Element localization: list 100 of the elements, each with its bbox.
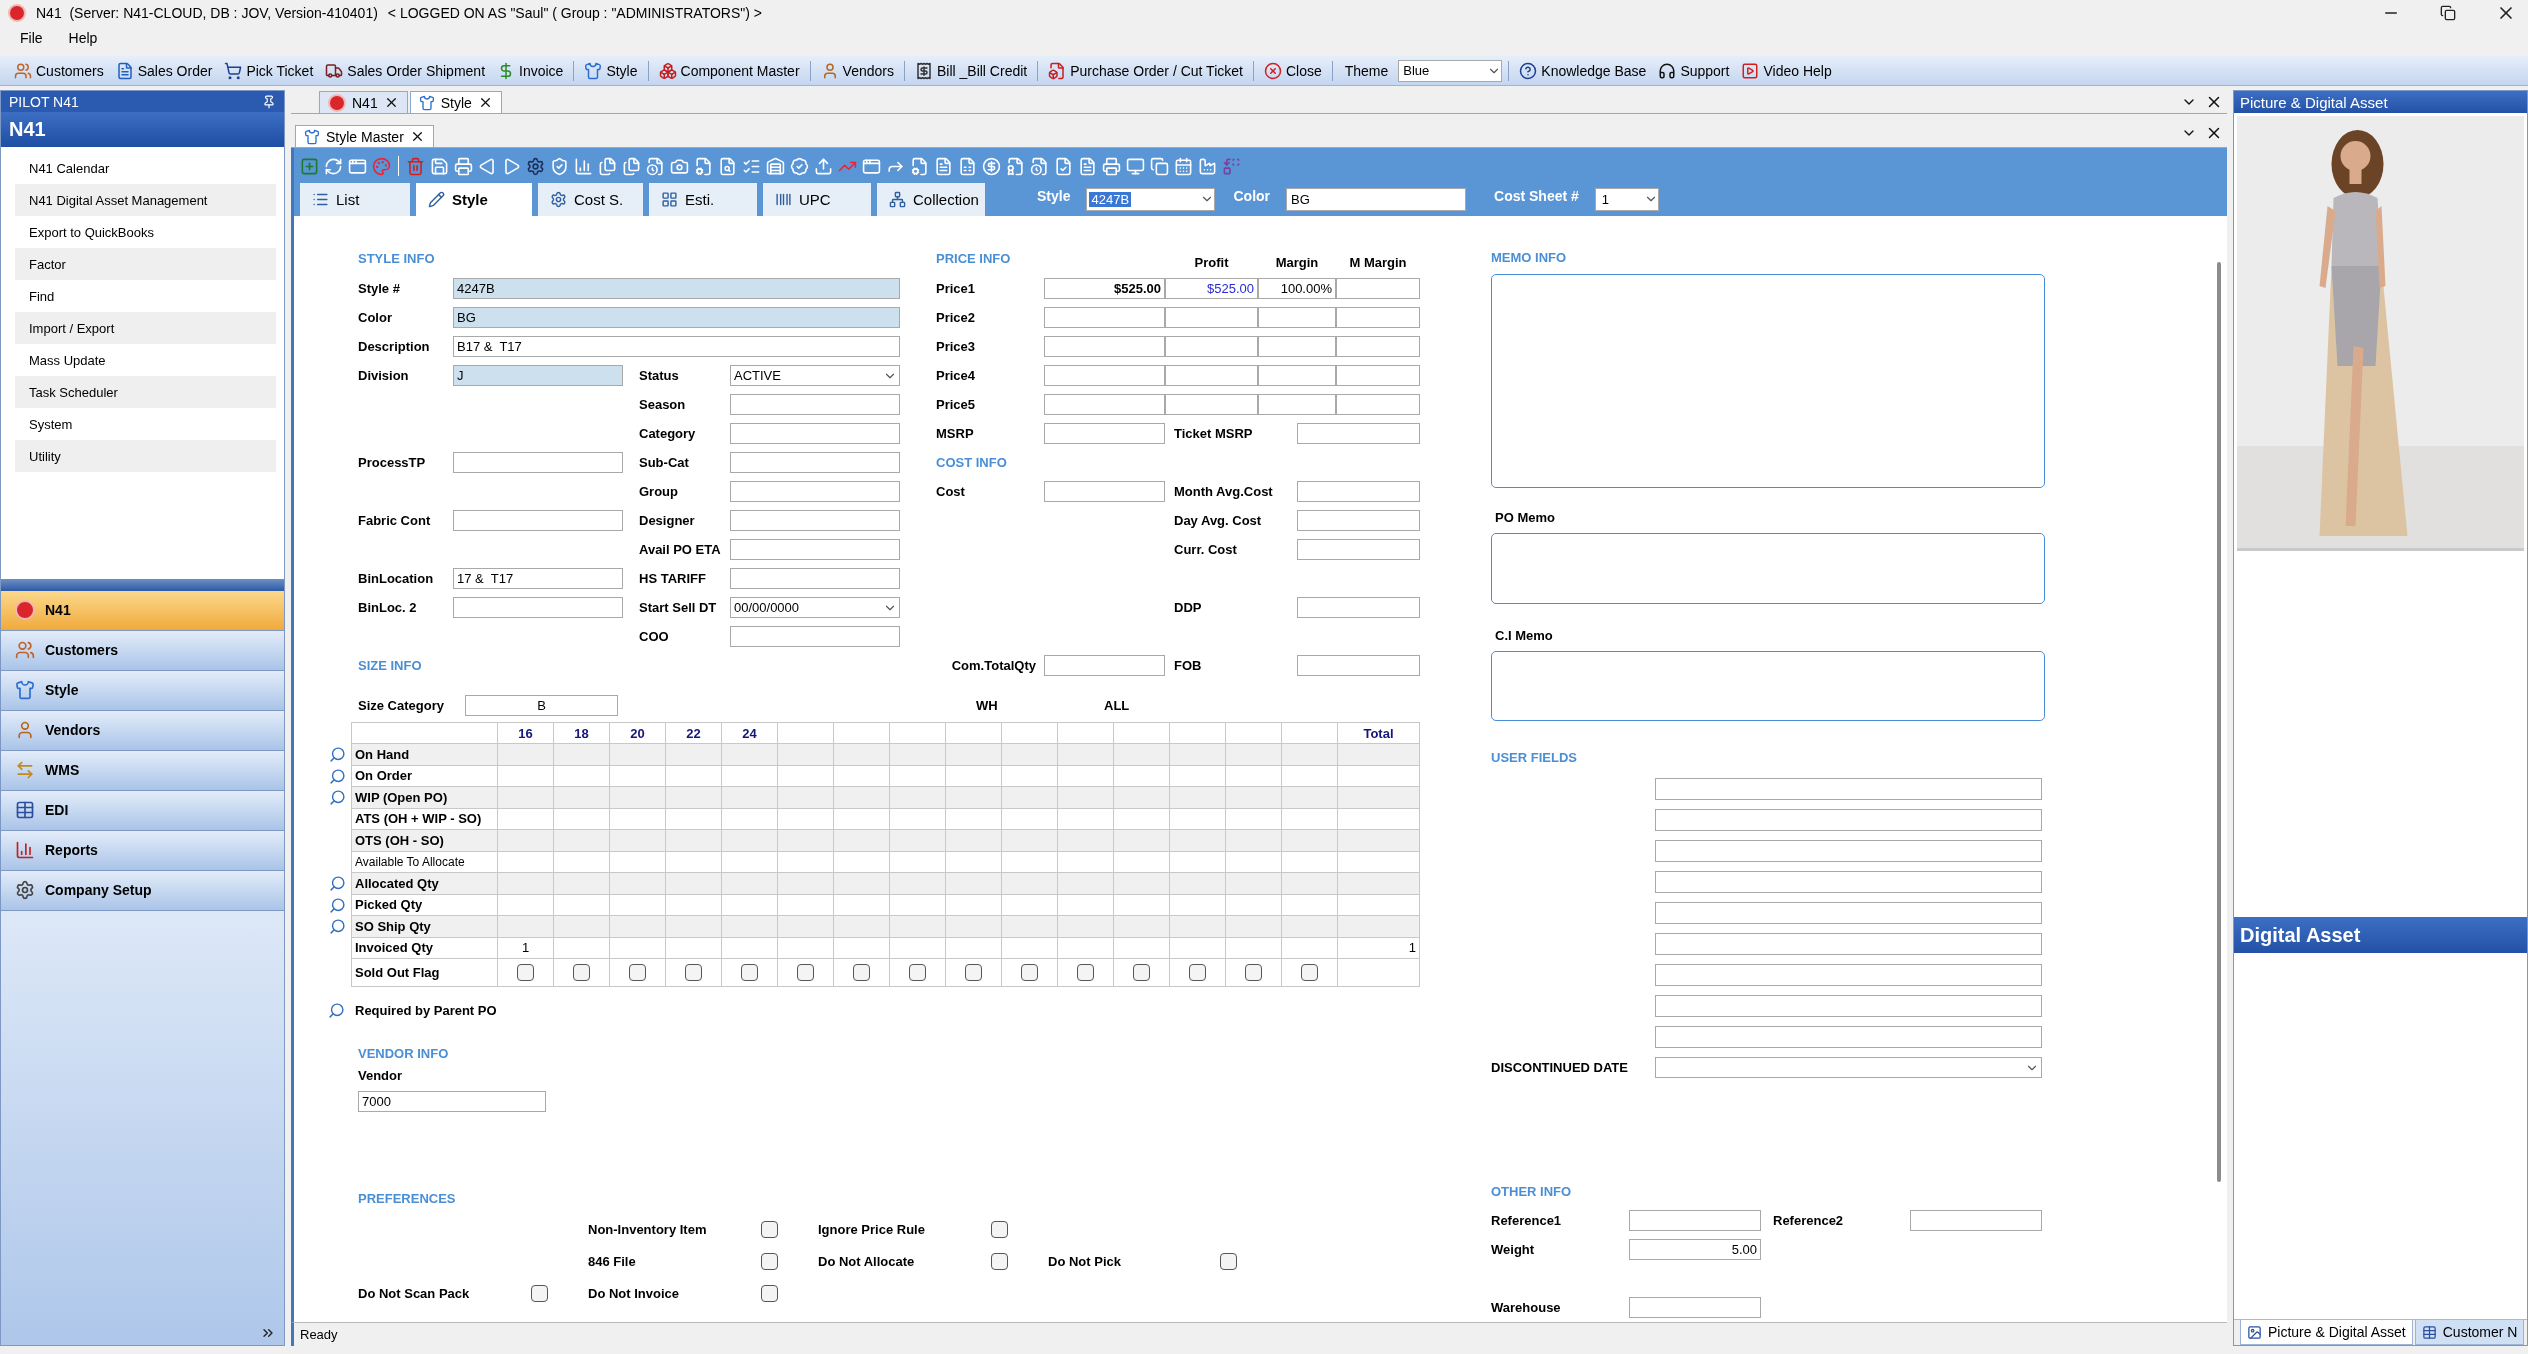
text-field[interactable] [1258, 394, 1336, 415]
calendar-icon[interactable] [1174, 156, 1193, 176]
nav-button[interactable]: N41 [1, 590, 284, 631]
window-icon[interactable] [862, 156, 881, 176]
text-field[interactable] [1044, 394, 1165, 415]
nav-button[interactable]: Reports [1, 830, 284, 871]
next-icon[interactable] [502, 156, 521, 176]
text-field[interactable] [453, 597, 623, 618]
save-icon[interactable] [430, 156, 449, 176]
add-icon[interactable] [300, 156, 319, 176]
search-icon[interactable] [328, 875, 346, 893]
text-field[interactable] [730, 481, 900, 502]
text-field[interactable] [730, 568, 900, 589]
toolbar-button[interactable]: Knowledge Base [1515, 59, 1651, 82]
nav-button[interactable]: Style [1, 670, 284, 711]
factory-icon[interactable] [1198, 156, 1217, 176]
badge-icon[interactable] [790, 156, 809, 176]
style-combo[interactable]: 4247B [1086, 187, 1216, 211]
checkbox[interactable] [797, 964, 814, 981]
search-icon[interactable] [328, 918, 346, 936]
toolbar-button[interactable]: Vendors [816, 59, 898, 82]
checkbox[interactable] [741, 964, 758, 981]
toolbar-button[interactable]: Sales Order [111, 59, 217, 82]
nav-button[interactable]: WMS [1, 750, 284, 791]
document-tab[interactable]: Style [409, 91, 502, 113]
toolbar-button[interactable]: Pick Ticket [220, 59, 318, 82]
upload-icon[interactable] [814, 156, 833, 176]
date-field[interactable] [1655, 1057, 2042, 1078]
text-field[interactable] [1297, 481, 1420, 502]
text-field[interactable] [1910, 1210, 2042, 1232]
text-field[interactable]: 7000 [358, 1091, 546, 1112]
color-field[interactable]: BG [1286, 187, 1467, 211]
settings-icon[interactable] [526, 156, 545, 176]
document-icon[interactable] [934, 156, 953, 176]
text-field[interactable]: BG [453, 307, 900, 328]
copy-icon[interactable] [1150, 156, 1169, 176]
files-icon[interactable] [622, 156, 641, 176]
text-field[interactable] [1258, 336, 1336, 357]
checkbox[interactable] [853, 964, 870, 981]
text-field[interactable] [730, 539, 900, 560]
checkbox[interactable] [761, 1252, 778, 1270]
dropdown-field[interactable]: 00/00/0000 [730, 597, 900, 618]
document-clock-icon[interactable] [1030, 156, 1049, 176]
text-field[interactable] [1044, 655, 1165, 676]
form-tab[interactable]: Collection [877, 183, 985, 216]
refresh-icon[interactable] [324, 156, 343, 176]
dropdown-field[interactable]: ACTIVE [730, 365, 900, 386]
document-gear-icon[interactable] [694, 156, 713, 176]
user-field[interactable] [1655, 964, 2042, 986]
cost-sheet-dropdown[interactable]: 1 [1594, 187, 1659, 211]
palette-icon[interactable] [372, 156, 391, 176]
text-field[interactable] [1165, 307, 1258, 328]
memo-field[interactable] [1491, 533, 2045, 604]
user-field[interactable] [1655, 840, 2042, 862]
text-field[interactable] [1165, 394, 1258, 415]
coin-icon[interactable] [982, 156, 1001, 176]
menu-item[interactable]: File [20, 30, 43, 46]
replace-icon[interactable] [1222, 156, 1241, 176]
checkbox[interactable] [991, 1252, 1008, 1270]
toolbar-button[interactable]: Invoice [493, 59, 568, 82]
toolbar-button[interactable]: Support [1654, 59, 1734, 82]
text-field[interactable] [1336, 394, 1420, 415]
checkbox[interactable] [761, 1220, 778, 1238]
search-icon[interactable] [328, 896, 346, 914]
document-badge-icon[interactable] [1006, 156, 1025, 176]
checkbox[interactable] [517, 964, 534, 981]
files-icon[interactable] [598, 156, 617, 176]
text-field[interactable]: J [453, 365, 623, 386]
memo-field[interactable] [1491, 650, 2045, 722]
checkbox[interactable] [909, 964, 926, 981]
form-tab[interactable]: UPC [763, 183, 871, 216]
panel-tab[interactable]: Customer N [2414, 1320, 2525, 1345]
user-field[interactable] [1655, 809, 2042, 831]
warehouse-icon[interactable] [766, 156, 785, 176]
checkbox[interactable] [1077, 964, 1094, 981]
text-field[interactable] [730, 394, 900, 415]
text-field[interactable] [1297, 597, 1420, 618]
text-field[interactable] [1336, 365, 1420, 386]
toolbar-button[interactable]: Video Help [1737, 59, 1836, 82]
checkbox[interactable] [991, 1220, 1008, 1238]
text-field[interactable]: $525.00 [1044, 278, 1165, 299]
text-field[interactable]: B [465, 694, 618, 716]
memo-field[interactable] [1491, 273, 2045, 489]
text-field[interactable]: 17 & T17 [453, 568, 623, 589]
list-item[interactable]: Utility [15, 440, 276, 472]
text-field[interactable] [1297, 539, 1420, 560]
document-gear-icon[interactable] [910, 156, 929, 176]
text-field[interactable] [453, 510, 623, 531]
checkbox[interactable] [573, 964, 590, 981]
nav-button[interactable]: Company Setup [1, 870, 284, 911]
text-field[interactable]: 100.00% [1258, 278, 1336, 299]
search-icon[interactable] [328, 746, 346, 764]
toolbar-button[interactable]: Customers [10, 59, 108, 82]
text-field[interactable] [1258, 307, 1336, 328]
checkbox[interactable] [1189, 964, 1206, 981]
document-search-icon[interactable] [718, 156, 737, 176]
document-icon[interactable] [1078, 156, 1097, 176]
text-field[interactable]: B17 & T17 [453, 336, 900, 357]
checkbox[interactable] [1220, 1252, 1237, 1270]
checkbox[interactable] [761, 1284, 778, 1302]
